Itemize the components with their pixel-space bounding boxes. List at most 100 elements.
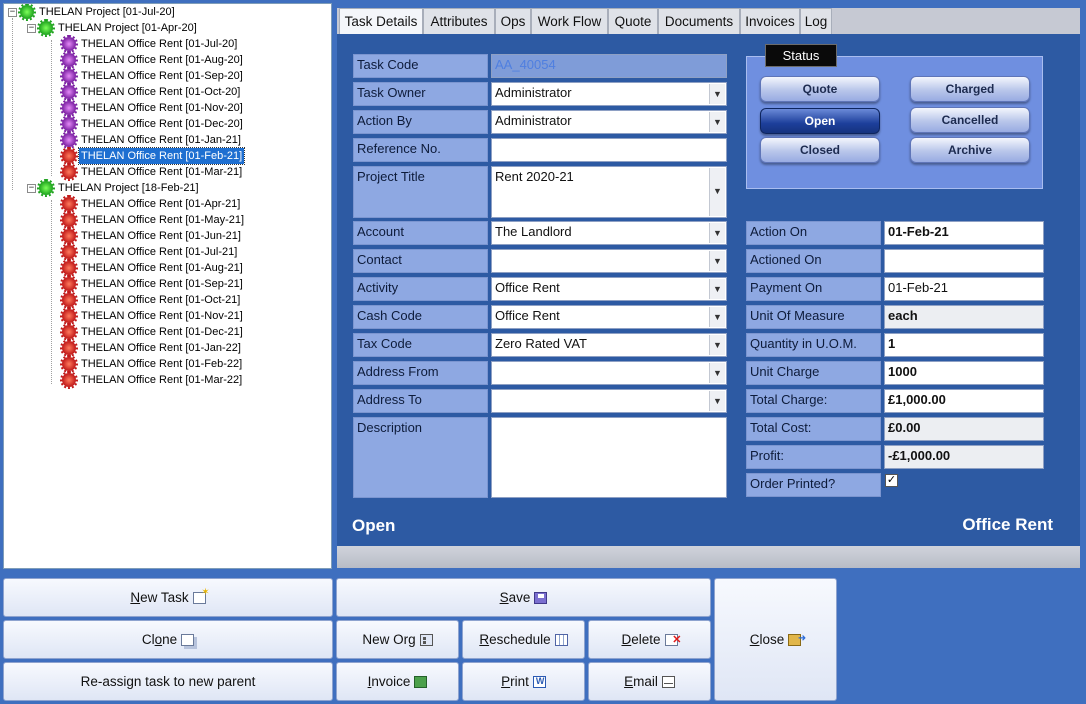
- tree-node-task[interactable]: THELAN Office Rent [01-Jul-21]: [60, 243, 239, 261]
- actioned-on-field[interactable]: [884, 249, 1044, 273]
- chevron-down-icon[interactable]: ▼: [709, 307, 725, 327]
- tree-node-task[interactable]: THELAN Office Rent [01-Jul-20]: [60, 35, 239, 53]
- task-code-label: Task Code: [353, 54, 488, 78]
- description-field[interactable]: [491, 417, 727, 498]
- quantity-field[interactable]: 1: [884, 333, 1044, 357]
- print-button[interactable]: Print: [462, 662, 585, 701]
- task-burst-icon: [60, 227, 78, 245]
- tax-code-select[interactable]: Zero Rated VAT ▼: [491, 333, 727, 357]
- task-burst-icon: [60, 339, 78, 357]
- tree-node-task[interactable]: THELAN Office Rent [01-Jan-21]: [60, 131, 243, 149]
- address-from-select[interactable]: ▼: [491, 361, 727, 385]
- project-title-select[interactable]: Rent 2020-21 ▼: [491, 166, 727, 218]
- tree-node-project[interactable]: − THELAN Project [18-Feb-21]: [27, 179, 201, 197]
- chevron-down-icon[interactable]: ▼: [709, 223, 725, 243]
- reassign-parent-button[interactable]: Re-assign task to new parent: [3, 662, 333, 701]
- email-button[interactable]: Email: [588, 662, 711, 701]
- tax-code-label: Tax Code: [353, 333, 488, 357]
- tree-node-task[interactable]: THELAN Office Rent [01-Nov-20]: [60, 99, 245, 117]
- tree-node-task[interactable]: THELAN Office Rent [01-Aug-21]: [60, 259, 245, 277]
- chevron-down-icon[interactable]: ▼: [709, 363, 725, 383]
- tree-node-task[interactable]: THELAN Office Rent [01-May-21]: [60, 211, 246, 229]
- task-owner-select[interactable]: Administrator ▼: [491, 82, 727, 106]
- tree-node-task[interactable]: THELAN Office Rent [01-Dec-21]: [60, 323, 245, 341]
- collapse-icon[interactable]: −: [27, 183, 36, 193]
- tree-node-label: THELAN Office Rent [01-Jan-21]: [81, 134, 241, 146]
- collapse-icon[interactable]: −: [8, 7, 17, 17]
- tab-log[interactable]: Log: [800, 8, 832, 34]
- copy-icon: [181, 633, 195, 646]
- tab-invoices[interactable]: Invoices: [740, 8, 800, 34]
- tab-work-flow[interactable]: Work Flow: [531, 8, 608, 34]
- tree-node-task[interactable]: THELAN Office Rent [01-Sep-21]: [60, 275, 245, 293]
- tree-node-task[interactable]: THELAN Office Rent [01-Mar-22]: [60, 371, 244, 389]
- tree-node-task[interactable]: THELAN Office Rent [01-Mar-21]: [60, 163, 244, 181]
- action-by-select[interactable]: Administrator ▼: [491, 110, 727, 134]
- tree-node-label: THELAN Office Rent [01-Nov-21]: [81, 310, 243, 322]
- tree-node-project[interactable]: − THELAN Project [01-Apr-20]: [27, 19, 199, 37]
- tree-node-task[interactable]: THELAN Office Rent [01-Apr-21]: [60, 195, 242, 213]
- unit-charge-field[interactable]: 1000: [884, 361, 1044, 385]
- chevron-down-icon[interactable]: ▼: [709, 391, 725, 411]
- tree-node-task[interactable]: THELAN Office Rent [01-Sep-20]: [60, 67, 245, 85]
- account-label: Account: [353, 221, 488, 245]
- tree-node-task[interactable]: THELAN Office Rent [01-Feb-22]: [60, 355, 244, 373]
- new-org-button[interactable]: New Org: [336, 620, 459, 659]
- task-burst-icon: [60, 147, 78, 165]
- payment-on-field[interactable]: 01-Feb-21: [884, 277, 1044, 301]
- tree-node-label: THELAN Office Rent [01-Apr-21]: [81, 198, 241, 210]
- tree-node-label: THELAN Office Rent [01-May-21]: [81, 214, 245, 226]
- tree-node-task[interactable]: THELAN Office Rent [01-Aug-20]: [60, 51, 245, 69]
- clone-button[interactable]: Clone: [3, 620, 333, 659]
- tree-node-label: THELAN Project [18-Feb-21]: [58, 182, 199, 194]
- cash-code-select[interactable]: Office Rent ▼: [491, 305, 727, 329]
- save-button[interactable]: Save: [336, 578, 711, 617]
- reference-no-field[interactable]: [491, 138, 727, 162]
- account-select[interactable]: The Landlord ▼: [491, 221, 727, 245]
- contact-select[interactable]: ▼: [491, 249, 727, 273]
- status-quote-button[interactable]: Quote: [760, 76, 880, 102]
- tree-node-task[interactable]: THELAN Office Rent [01-Nov-21]: [60, 307, 245, 325]
- tree-node-task[interactable]: THELAN Office Rent [01-Jan-22]: [60, 339, 243, 357]
- total-charge-field[interactable]: £1,000.00: [884, 389, 1044, 413]
- activity-select[interactable]: Office Rent ▼: [491, 277, 727, 301]
- reschedule-button[interactable]: Reschedule: [462, 620, 585, 659]
- tree-node-root[interactable]: − THELAN Project [01-Jul-20]: [8, 4, 177, 21]
- project-burst-icon: [18, 4, 36, 21]
- project-tree[interactable]: − THELAN Project [01-Jul-20] − THELAN Pro…: [3, 3, 332, 569]
- task-burst-icon: [60, 307, 78, 325]
- chevron-down-icon[interactable]: ▼: [709, 279, 725, 299]
- tree-node-task[interactable]: THELAN Office Rent [01-Oct-20]: [60, 83, 242, 101]
- tree-node-task[interactable]: THELAN Office Rent [01-Dec-20]: [60, 115, 245, 133]
- order-printed-checkbox[interactable]: ✓: [885, 474, 898, 487]
- delete-button[interactable]: Delete: [588, 620, 711, 659]
- chevron-down-icon[interactable]: ▼: [709, 251, 725, 271]
- tab-ops[interactable]: Ops: [495, 8, 531, 34]
- tree-node-task[interactable]: THELAN Office Rent [01-Jun-21]: [60, 227, 243, 245]
- chevron-down-icon[interactable]: ▼: [709, 335, 725, 355]
- chevron-down-icon[interactable]: ▼: [709, 168, 725, 216]
- unit-of-measure-label: Unit Of Measure: [746, 305, 881, 329]
- new-task-button[interactable]: New Task: [3, 578, 333, 617]
- status-open-button[interactable]: Open: [760, 108, 880, 134]
- status-closed-button[interactable]: Closed: [760, 137, 880, 163]
- collapse-icon[interactable]: −: [27, 23, 36, 33]
- chevron-down-icon[interactable]: ▼: [709, 84, 725, 104]
- status-cancelled-button[interactable]: Cancelled: [910, 107, 1030, 133]
- address-to-select[interactable]: ▼: [491, 389, 727, 413]
- tab-quote[interactable]: Quote: [608, 8, 658, 34]
- action-on-field[interactable]: 01-Feb-21: [884, 221, 1044, 245]
- activity-text: Office Rent: [962, 515, 1053, 534]
- tab-attributes[interactable]: Attributes: [423, 8, 495, 34]
- actioned-on-label: Actioned On: [746, 249, 881, 273]
- invoice-button[interactable]: Invoice: [336, 662, 459, 701]
- close-button[interactable]: Close: [714, 578, 837, 701]
- tab-documents[interactable]: Documents: [658, 8, 740, 34]
- tab-task-details[interactable]: Task Details: [339, 8, 423, 35]
- status-archive-button[interactable]: Archive: [910, 137, 1030, 163]
- status-charged-button[interactable]: Charged: [910, 76, 1030, 102]
- profit-field: -£1,000.00: [884, 445, 1044, 469]
- tree-node-task[interactable]: THELAN Office Rent [01-Oct-21]: [60, 291, 242, 309]
- tree-node-task[interactable]: THELAN Office Rent [01-Feb-21]: [60, 147, 246, 165]
- chevron-down-icon[interactable]: ▼: [709, 112, 725, 132]
